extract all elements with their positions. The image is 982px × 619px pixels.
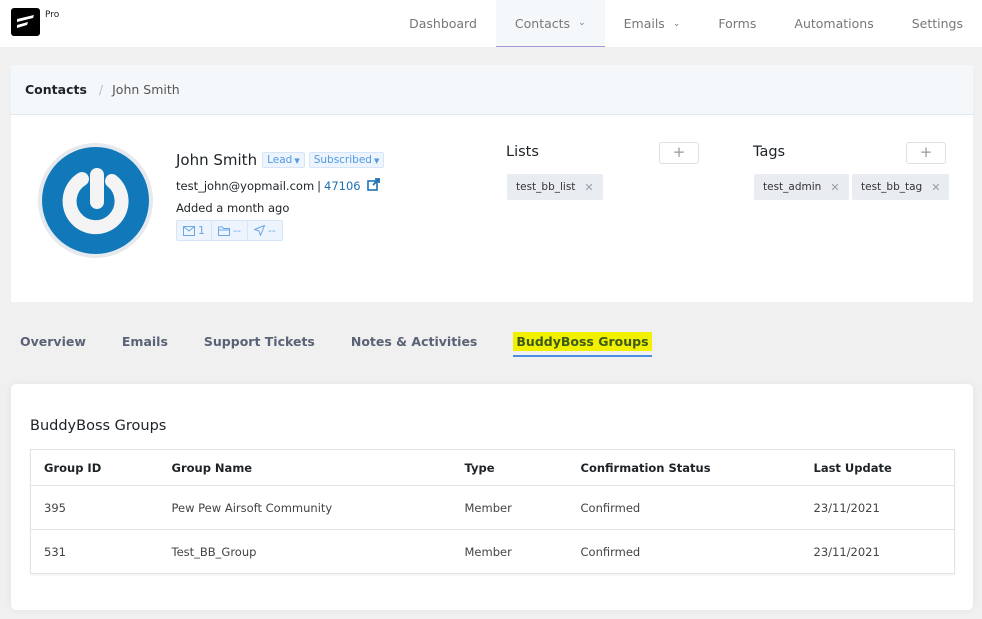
contact-added-time: Added a month ago bbox=[176, 201, 290, 215]
avatar bbox=[38, 143, 153, 258]
tab-overview[interactable]: Overview bbox=[20, 330, 86, 357]
folder-icon bbox=[218, 226, 230, 236]
stat-campaigns-value: -- bbox=[267, 224, 276, 237]
nav-label: Forms bbox=[718, 16, 757, 31]
column-header: Group ID bbox=[30, 449, 172, 486]
breadcrumb: Contacts / John Smith bbox=[11, 65, 973, 115]
column-header: Type bbox=[464, 449, 581, 486]
contact-tabs: Overview Emails Support Tickets Notes & … bbox=[20, 330, 688, 357]
caret-down-icon: ▼ bbox=[373, 157, 380, 165]
tab-label: BuddyBoss Groups bbox=[513, 332, 652, 351]
list-chip: test_bb_list ✕ bbox=[507, 174, 603, 200]
table-row: 531 Test_BB_Group Member Confirmed 23/11… bbox=[31, 530, 955, 574]
logo-icon bbox=[17, 15, 34, 28]
cell-last-update: 23/11/2021 bbox=[813, 544, 880, 559]
add-tag-button[interactable]: + bbox=[906, 142, 946, 164]
avatar-image bbox=[42, 147, 149, 254]
nav-contacts[interactable]: Contacts ⌄ bbox=[495, 0, 605, 47]
tab-buddyboss-groups[interactable]: BuddyBoss Groups bbox=[513, 330, 652, 357]
pro-badge: Pro bbox=[45, 10, 60, 20]
stat-emails-value: 1 bbox=[198, 224, 205, 237]
nav-label: Contacts bbox=[514, 15, 571, 31]
contact-type-dropdown[interactable]: Lead ▼ bbox=[262, 152, 305, 168]
email-id-separator: | bbox=[317, 179, 322, 193]
remove-icon[interactable]: ✕ bbox=[830, 181, 839, 194]
nav-emails[interactable]: Emails ⌄ bbox=[605, 0, 700, 47]
cell-group-id: 395 bbox=[30, 485, 172, 530]
remove-icon[interactable]: ✕ bbox=[584, 181, 593, 194]
column-header: Confirmation Status bbox=[580, 449, 814, 486]
tags-title: Tags bbox=[753, 144, 786, 160]
list-chip-label: test_bb_list bbox=[516, 181, 576, 193]
app-logo[interactable] bbox=[11, 8, 40, 36]
nav-label: Settings bbox=[911, 16, 963, 31]
nav-label: Dashboard bbox=[409, 16, 477, 31]
tag-chip-label: test_bb_tag bbox=[861, 181, 923, 193]
tab-label: Support Tickets bbox=[203, 334, 315, 349]
groups-table: Group ID Group Name Type Confirmation St… bbox=[30, 449, 955, 574]
cell-last-update: 23/11/2021 bbox=[813, 485, 955, 530]
breadcrumb-separator: / bbox=[98, 82, 104, 97]
cell-confirmation-status: Confirmed bbox=[580, 485, 814, 530]
stat-purchases-value: -- bbox=[233, 224, 241, 237]
tab-support-tickets[interactable]: Support Tickets bbox=[204, 330, 315, 357]
cell-group-name: Pew Pew Airsoft Community bbox=[171, 485, 465, 530]
lists-title: Lists bbox=[506, 144, 539, 160]
stat-campaigns[interactable]: -- bbox=[248, 221, 282, 240]
breadcrumb-current: John Smith bbox=[112, 82, 180, 97]
envelope-icon bbox=[183, 225, 195, 236]
add-list-button[interactable]: + bbox=[659, 142, 699, 164]
nav-settings[interactable]: Settings bbox=[893, 0, 982, 47]
tag-chip: test_admin ✕ bbox=[754, 174, 849, 200]
groups-title: BuddyBoss Groups bbox=[30, 418, 167, 434]
cell-confirmation-status: Confirmed bbox=[580, 544, 641, 559]
buddyboss-groups-panel: BuddyBoss Groups Group ID Group Name Typ… bbox=[11, 384, 973, 610]
tab-emails[interactable]: Emails bbox=[122, 330, 168, 357]
contact-name: John Smith bbox=[176, 151, 258, 169]
send-icon bbox=[253, 225, 265, 236]
stat-purchases[interactable]: -- bbox=[212, 221, 248, 240]
contact-id-link[interactable]: 47106 bbox=[324, 179, 361, 193]
cell-type: Member bbox=[464, 485, 581, 530]
nav-forms[interactable]: Forms bbox=[699, 0, 775, 47]
chevron-down-icon: ⌄ bbox=[578, 18, 586, 28]
column-header: Group Name bbox=[171, 449, 465, 486]
table-header-row: Group ID Group Name Type Confirmation St… bbox=[30, 449, 955, 486]
chevron-down-icon: ⌄ bbox=[672, 18, 681, 29]
breadcrumb-contacts[interactable]: Contacts bbox=[25, 82, 87, 97]
cell-type: Member bbox=[464, 544, 512, 559]
contact-email: test_john@yopmail.com bbox=[176, 179, 315, 193]
tab-label: Notes & Activities bbox=[350, 334, 478, 349]
tag-chip: test_bb_tag ✕ bbox=[852, 174, 950, 200]
column-header: Last Update bbox=[813, 449, 955, 486]
contact-status-label: Subscribed bbox=[313, 154, 372, 166]
contact-info: John Smith Lead ▼ Subscribed ▼ test_john@y… bbox=[176, 151, 388, 241]
nav-dashboard[interactable]: Dashboard bbox=[390, 0, 496, 47]
external-link-icon[interactable] bbox=[366, 178, 380, 194]
tag-chip-label: test_admin bbox=[763, 181, 822, 193]
stat-emails[interactable]: 1 bbox=[177, 221, 212, 240]
nav-label: Emails bbox=[623, 16, 665, 31]
main-nav: Dashboard Contacts ⌄ Emails ⌄ Forms Automa… bbox=[390, 0, 982, 47]
nav-label: Automations bbox=[794, 16, 874, 31]
tab-label: Emails bbox=[121, 334, 168, 349]
cell-group-name: Test_BB_Group bbox=[171, 544, 257, 559]
contact-profile-card: Contacts / John Smith John Smith Lead ▼ S… bbox=[11, 65, 973, 302]
tab-label: Overview bbox=[20, 334, 86, 349]
cell-group-id: 531 bbox=[44, 544, 66, 559]
caret-down-icon: ▼ bbox=[294, 157, 300, 165]
contact-type-label: Lead bbox=[267, 154, 293, 166]
tab-notes-activities[interactable]: Notes & Activities bbox=[351, 330, 478, 357]
contact-status-dropdown[interactable]: Subscribed ▼ bbox=[308, 152, 385, 168]
top-nav-bar: Pro Dashboard Contacts ⌄ Emails ⌄ Forms Au… bbox=[0, 0, 982, 47]
remove-icon[interactable]: ✕ bbox=[931, 181, 940, 194]
nav-automations[interactable]: Automations bbox=[775, 0, 892, 47]
power-logo-icon bbox=[62, 168, 129, 235]
table-row: 395 Pew Pew Airsoft Community Member Con… bbox=[30, 485, 955, 530]
contact-stats: 1 -- -- bbox=[176, 220, 283, 241]
